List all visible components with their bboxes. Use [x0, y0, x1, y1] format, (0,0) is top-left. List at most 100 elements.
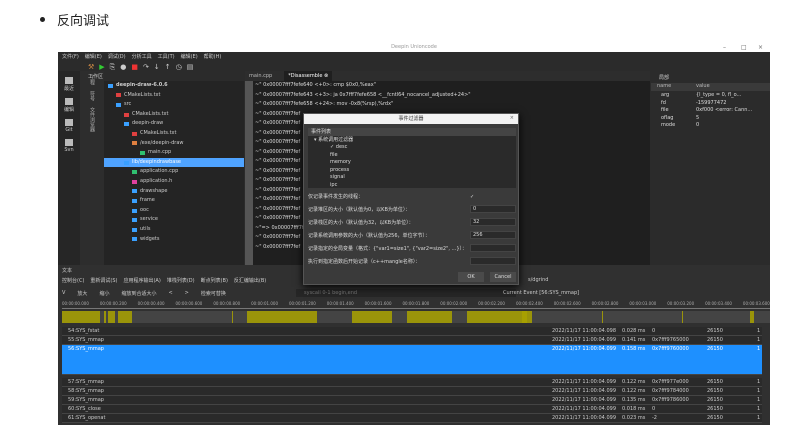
bottom-tab[interactable]: 应用程序输出(A)	[123, 277, 160, 284]
field-input[interactable]: ✓	[470, 192, 516, 202]
close-button[interactable]: ×	[758, 43, 763, 52]
bug-icon[interactable]: ●	[120, 63, 126, 72]
event-row[interactable]: 61:SYS_openat 2022/11/17 11:00:04.099 0.02…	[62, 414, 762, 423]
event-trace-bar[interactable]	[62, 311, 770, 323]
ok-button[interactable]: OK	[458, 272, 484, 282]
event-item[interactable]: ✓ desc	[308, 144, 516, 152]
syscall-filter-group[interactable]: ▾ 系统调用过滤器	[308, 136, 516, 144]
variables-tab[interactable]: 局部	[659, 74, 669, 81]
menu-item[interactable]: 编辑(E)	[85, 53, 102, 60]
tree-item[interactable]: drawshape	[104, 187, 244, 197]
step-into-icon[interactable]: ↓	[154, 63, 160, 72]
bottom-tab[interactable]: 断点列表(B)	[201, 277, 228, 284]
field-input[interactable]: 32	[470, 218, 516, 226]
field-input[interactable]	[470, 257, 516, 265]
event-row[interactable]: 60:SYS_close 2022/11/17 11:00:04.099 0.018…	[62, 405, 762, 414]
field-input[interactable]: 256	[470, 231, 516, 239]
file-icon	[132, 218, 137, 223]
tree-item[interactable]: ooc	[104, 206, 244, 216]
step-over-icon[interactable]: ↷	[143, 63, 149, 72]
bottom-tab[interactable]: 堆栈列表(D)	[167, 277, 195, 284]
timeline-tick: 00:00:00.000	[62, 301, 89, 306]
tree-item[interactable]: CMakeLists.txt	[104, 91, 244, 101]
bottom-tab[interactable]: 反汇编输出(B)	[234, 277, 266, 284]
tab-main-cpp[interactable]: main.cpp	[249, 71, 272, 81]
variable-row[interactable]: fd -159977472	[651, 100, 770, 108]
dialog-close-icon[interactable]: ×	[510, 115, 514, 121]
maximize-button[interactable]: □	[741, 43, 747, 52]
variable-row[interactable]: oflag 5	[651, 115, 770, 123]
event-item[interactable]: memory	[308, 159, 516, 167]
bottom-tab[interactable]: 控制台(C)	[62, 277, 84, 284]
menu-item[interactable]: 文件(F)	[62, 53, 79, 60]
tree-item[interactable]: src	[104, 100, 244, 110]
event-row[interactable]: 54:SYS_fstat 2022/11/17 11:00:04.098 0.028…	[62, 327, 762, 336]
document-icon[interactable]: ▤	[187, 63, 194, 72]
event-row[interactable]: 57:SYS_mmap 2022/11/17 11:00:04.099 0.122 …	[62, 378, 762, 387]
trace-segment	[232, 311, 233, 323]
tree-item[interactable]: CMakeLists.txt	[104, 129, 244, 139]
event-name: 60:SYS_close	[68, 406, 101, 412]
clock-icon[interactable]: ◷	[176, 63, 182, 72]
event-row[interactable]: 56:SYS_mmap 2022/11/17 11:00:04.099 0.158 …	[62, 345, 762, 375]
activity-item[interactable]: Git	[58, 119, 80, 133]
timeline-tool[interactable]: 放大	[77, 290, 87, 297]
event-row[interactable]: 59:SYS_mmap 2022/11/17 11:00:04.099 0.135 …	[62, 396, 762, 405]
vertical-tab[interactable]: 文件浏览器	[88, 107, 96, 132]
timeline-tool[interactable]: <	[168, 290, 172, 297]
menu-item[interactable]: 调试(D)	[108, 53, 126, 60]
activity-item[interactable]: 最近	[58, 77, 80, 92]
menu-item[interactable]: 工具(T)	[158, 53, 175, 60]
timeline-tool[interactable]: V	[62, 290, 65, 297]
event-row[interactable]: 58:SYS_mmap 2022/11/17 11:00:04.099 0.122 …	[62, 387, 762, 396]
tree-item[interactable]: deepin-draw	[104, 119, 244, 129]
timeline-tick: 00:00:00.800	[213, 301, 241, 306]
step-icon[interactable]: ⎘	[110, 63, 116, 72]
tree-item[interactable]: deepin-draw-6.0.6	[104, 81, 244, 91]
timeline-tool[interactable]: 缩小	[99, 290, 109, 297]
field-input[interactable]: 0	[470, 205, 516, 213]
tree-item[interactable]: utils	[104, 225, 244, 235]
event-row[interactable]: 55:SYS_mmap 2022/11/17 11:00:04.099 0.141 …	[62, 336, 762, 345]
tree-item[interactable]: application.cpp	[104, 167, 244, 177]
tree-item[interactable]: main.cpp	[104, 148, 244, 158]
timeline-tool[interactable]: >	[185, 290, 189, 297]
activity-item[interactable]: 编辑	[58, 98, 80, 113]
field-input[interactable]	[470, 244, 516, 252]
event-item[interactable]: file	[308, 152, 516, 160]
editor-tabs: main.cpp *Disassemble ⊗	[245, 71, 650, 81]
activity-item[interactable]: Svn	[58, 139, 80, 153]
file-icon	[108, 83, 113, 88]
menu-item[interactable]: 帮助(H)	[204, 53, 222, 60]
tree-item[interactable]: service	[104, 215, 244, 225]
close-tab-icon[interactable]: ⊗	[324, 73, 328, 79]
tree-item[interactable]: CMakeLists.txt	[104, 110, 244, 120]
vertical-tab[interactable]: 符号	[88, 91, 96, 101]
tree-item[interactable]: frame	[104, 196, 244, 206]
bottom-tail: s/dgrind	[528, 277, 549, 283]
event-item[interactable]: signal	[308, 174, 516, 182]
cancel-button[interactable]: Cancel	[490, 272, 516, 282]
tree-item[interactable]: application.h	[104, 177, 244, 187]
stop-icon[interactable]: ■	[131, 63, 138, 72]
timeline-tool[interactable]: 检索可替换	[201, 290, 226, 297]
tab-disassemble[interactable]: *Disassemble ⊗	[284, 71, 333, 81]
event-item[interactable]: ipc	[308, 182, 516, 190]
event-item[interactable]: process	[308, 167, 516, 175]
tree-item[interactable]: /exe/deepin-draw	[104, 139, 244, 149]
timeline-tool[interactable]: 缩放到合适大小	[121, 290, 156, 297]
bottom-tab[interactable]: 重新调试(S)	[90, 277, 117, 284]
menu-item[interactable]: 编辑(E)	[181, 53, 198, 60]
timeline-tick: 00:00:01.000	[251, 301, 279, 306]
event-search-input[interactable]: syscall 0-1 begin,end	[296, 289, 516, 297]
step-out-icon[interactable]: ↑	[165, 63, 171, 72]
minimize-button[interactable]: –	[723, 43, 726, 52]
tree-item[interactable]: lib/deepindrawbase	[104, 157, 244, 168]
tree-item[interactable]: widgets	[104, 235, 244, 245]
variable-row[interactable]: file 0xf000 <error: Cann...	[651, 107, 770, 115]
code-line: ~" 0x00007fff7fefe658 <+24>: mov -0x8(%r…	[255, 101, 394, 107]
file-icon	[132, 237, 137, 242]
menu-item[interactable]: 分析工具	[132, 53, 152, 60]
variable-row[interactable]: arg {l_type = 0, fl_o...	[651, 92, 770, 100]
variable-row[interactable]: mode 0	[651, 122, 770, 130]
